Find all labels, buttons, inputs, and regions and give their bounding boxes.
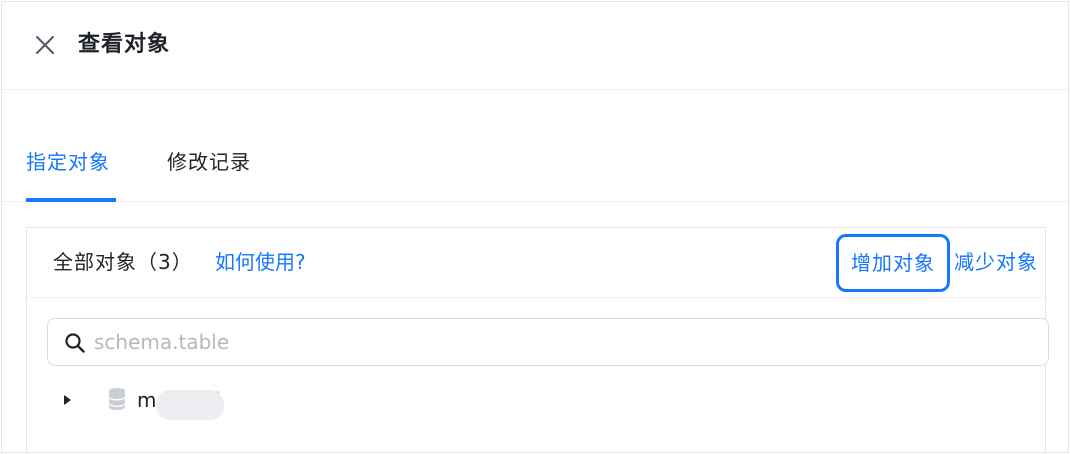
search-box [47,318,1049,366]
panel-header: 查看对象 [2,2,1068,90]
objects-card: 全部对象（3） 如何使用? 增加对象 减少对象 schema.table m [26,227,1049,452]
active-tab-indicator [26,198,116,202]
objects-toolbar: 全部对象（3） 如何使用? 增加对象 减少对象 [27,228,1045,298]
tab-change-history[interactable]: 修改记录 [167,148,251,176]
database-icon [107,387,127,411]
view-objects-panel: 查看对象 指定对象 修改记录 全部对象（3） 如何使用? 增加对象 减少对象 s… [1,1,1069,453]
tab-bar: 指定对象 修改记录 [2,142,1068,202]
object-count-label: 全部对象（3） [53,250,193,274]
how-to-use-link[interactable]: 如何使用? [215,248,306,276]
remove-object-button[interactable]: 减少对象 [954,248,1038,276]
tree-item-database[interactable]: m ql (3) [27,378,1045,422]
search-input[interactable] [94,327,994,357]
add-object-button[interactable]: 增加对象 [836,234,950,292]
close-icon[interactable] [32,32,58,58]
page-title: 查看对象 [78,32,171,57]
redaction-mask [156,390,224,420]
tab-specified-objects[interactable]: 指定对象 [26,148,110,176]
caret-right-icon[interactable] [61,392,73,406]
search-icon [64,332,86,354]
